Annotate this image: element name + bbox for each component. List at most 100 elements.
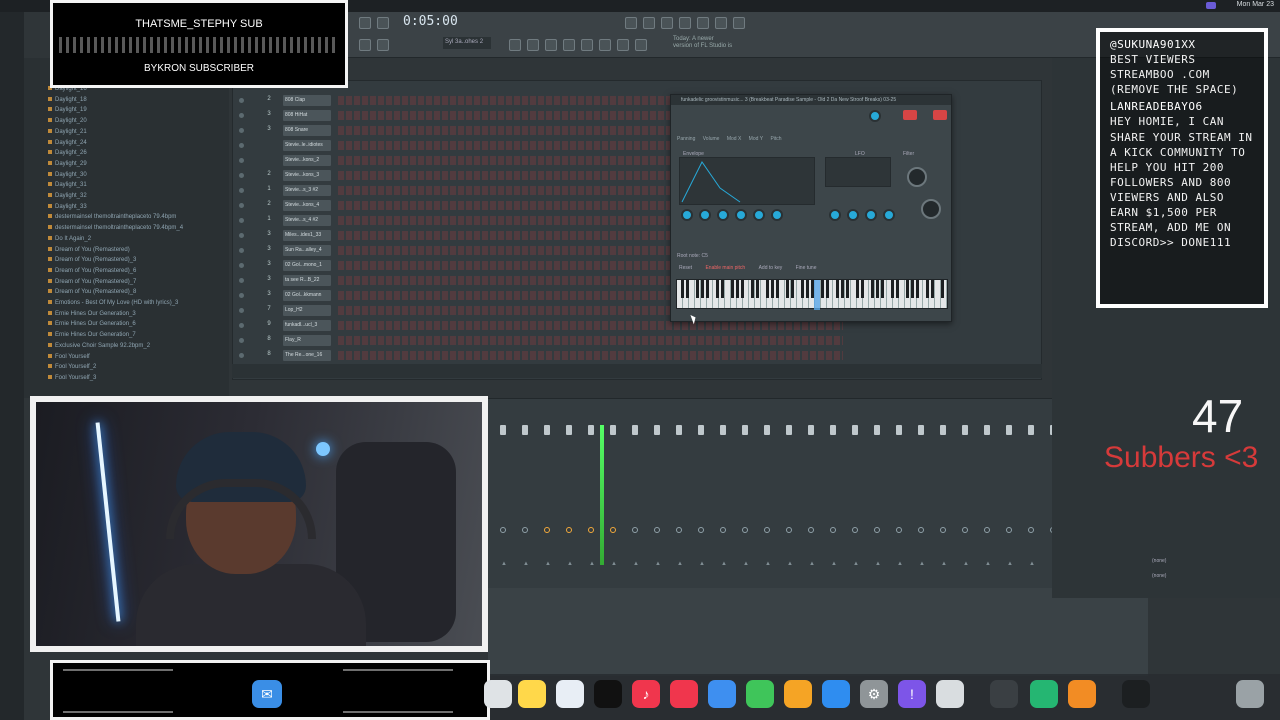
browser-item[interactable]: Dream of You (Remastered) [48, 247, 130, 253]
fader-cap[interactable] [962, 425, 968, 435]
channel-mixer-track[interactable] [263, 141, 275, 150]
route-arrow-icon[interactable]: ▲ [677, 561, 683, 567]
channel-led[interactable] [239, 323, 244, 328]
blend-notes-button[interactable] [661, 17, 673, 29]
channel-mixer-track[interactable]: 1 [263, 216, 275, 225]
mixer-fader[interactable]: ▲ [736, 399, 754, 574]
mail-app-icon[interactable]: ✉ [252, 680, 282, 708]
mixer-fader[interactable]: ▲ [780, 399, 798, 574]
black-key[interactable] [736, 280, 739, 298]
send-knob[interactable] [808, 527, 814, 533]
cpu-button[interactable] [697, 17, 709, 29]
fader-cap[interactable] [984, 425, 990, 435]
snap-icon[interactable] [359, 39, 371, 51]
channel-led[interactable] [239, 143, 244, 148]
slot-2[interactable]: (none) [1152, 573, 1166, 579]
channel-mixer-track[interactable]: 2 [263, 201, 275, 210]
countdown-button[interactable] [643, 17, 655, 29]
news-app-icon[interactable] [670, 680, 698, 708]
tab-mody[interactable]: Mod Y [749, 136, 763, 142]
metronome-button[interactable] [625, 17, 637, 29]
route-arrow-icon[interactable]: ▲ [743, 561, 749, 567]
decay-knob[interactable] [735, 209, 747, 221]
channel-row[interactable]: 8 The Re...one_16 [233, 350, 843, 362]
record-button[interactable] [377, 17, 389, 29]
mixer-fader[interactable]: ▲ [692, 399, 710, 574]
channel-row[interactable]: 8 Flay_R [233, 335, 843, 347]
browser-item[interactable]: Daylight_30 [48, 172, 87, 178]
browser-item[interactable]: Daylight_32 [48, 193, 87, 199]
channel-rack-button[interactable] [563, 39, 575, 51]
send-knob[interactable] [940, 527, 946, 533]
music-app-icon[interactable]: ♪ [632, 680, 660, 708]
black-key[interactable] [891, 280, 894, 298]
channel-name-button[interactable]: Stevie...s_3 #2 [283, 185, 331, 196]
fader-cap[interactable] [852, 425, 858, 435]
black-key[interactable] [681, 280, 684, 298]
route-arrow-icon[interactable]: ▲ [919, 561, 925, 567]
channel-name-button[interactable]: 808 HiHat [283, 110, 331, 121]
browser-item[interactable]: destermainsel themoltraintheplaceto 79.4… [48, 225, 183, 231]
mixer-fader[interactable]: ▲ [626, 399, 644, 574]
black-key[interactable] [896, 280, 899, 298]
lfo-att-knob[interactable] [847, 209, 859, 221]
channel-led[interactable] [239, 113, 244, 118]
browser-item[interactable]: Emotions - Best Of My Love (HD with lyri… [48, 300, 178, 306]
browser-item[interactable]: Fool Yourself_2 [48, 364, 96, 370]
fader-cap[interactable] [808, 425, 814, 435]
black-key[interactable] [906, 280, 909, 298]
channel-led[interactable] [239, 218, 244, 223]
step-sequencer[interactable] [338, 321, 843, 330]
slot-1[interactable]: (none) [1152, 558, 1166, 564]
fine-tune-label[interactable]: Fine tune [796, 265, 817, 271]
black-key[interactable] [876, 280, 879, 298]
tab-panning[interactable]: Panning [677, 136, 695, 142]
mixer-fader[interactable]: ▲ [648, 399, 666, 574]
black-key[interactable] [806, 280, 809, 298]
numbers-app-icon[interactable] [746, 680, 774, 708]
fader-cap[interactable] [1028, 425, 1034, 435]
browser-item[interactable]: Daylight_20 [48, 118, 87, 124]
channel-mixer-track[interactable]: 3 [263, 276, 275, 285]
tab-volume[interactable]: Volume [703, 136, 720, 142]
fader-cap[interactable] [632, 425, 638, 435]
snap-button[interactable] [715, 17, 727, 29]
browser-item[interactable]: Daylight_26 [48, 150, 87, 156]
channel-name-button[interactable]: Flay_R [283, 335, 331, 346]
fader-cap[interactable] [786, 425, 792, 435]
mixer-fader[interactable]: ▲ [538, 399, 556, 574]
black-key[interactable] [881, 280, 884, 298]
mixer-fader[interactable]: ▲ [604, 399, 622, 574]
black-key[interactable] [826, 280, 829, 298]
mixer-fader[interactable]: ▲ [670, 399, 688, 574]
mixer-fader[interactable]: ▲ [1022, 399, 1040, 574]
release-knob[interactable] [771, 209, 783, 221]
fader-cap[interactable] [896, 425, 902, 435]
mixer-fader[interactable]: ▲ [714, 399, 732, 574]
channel-name-button[interactable]: funkadl...ucl_3 [283, 320, 331, 331]
feedback-app-icon[interactable]: ! [898, 680, 926, 708]
black-key[interactable] [931, 280, 934, 298]
black-key[interactable] [701, 280, 704, 298]
send-knob[interactable] [896, 527, 902, 533]
route-arrow-icon[interactable]: ▲ [589, 561, 595, 567]
channel-led[interactable] [239, 338, 244, 343]
black-key[interactable] [756, 280, 759, 298]
piano-keyboard[interactable] [676, 279, 948, 310]
tab-pitch[interactable]: Pitch [770, 136, 781, 142]
browser-item[interactable]: Ernie Hines Our Generation_3 [48, 311, 136, 317]
black-key[interactable] [841, 280, 844, 298]
control-center-icon[interactable] [1206, 2, 1216, 9]
black-key[interactable] [716, 280, 719, 298]
channel-name-button[interactable]: 808 Snare [283, 125, 331, 136]
delay-knob[interactable] [681, 209, 693, 221]
add-to-key-toggle[interactable]: Add to key [759, 265, 783, 271]
send-knob[interactable] [852, 527, 858, 533]
fader-cap[interactable] [830, 425, 836, 435]
black-key[interactable] [811, 280, 814, 298]
browser-item[interactable]: Exclusive Choir Sample 92.2bpm_2 [48, 343, 150, 349]
black-key[interactable] [911, 280, 914, 298]
send-knob[interactable] [764, 527, 770, 533]
download-button[interactable] [733, 17, 745, 29]
black-key[interactable] [771, 280, 774, 298]
